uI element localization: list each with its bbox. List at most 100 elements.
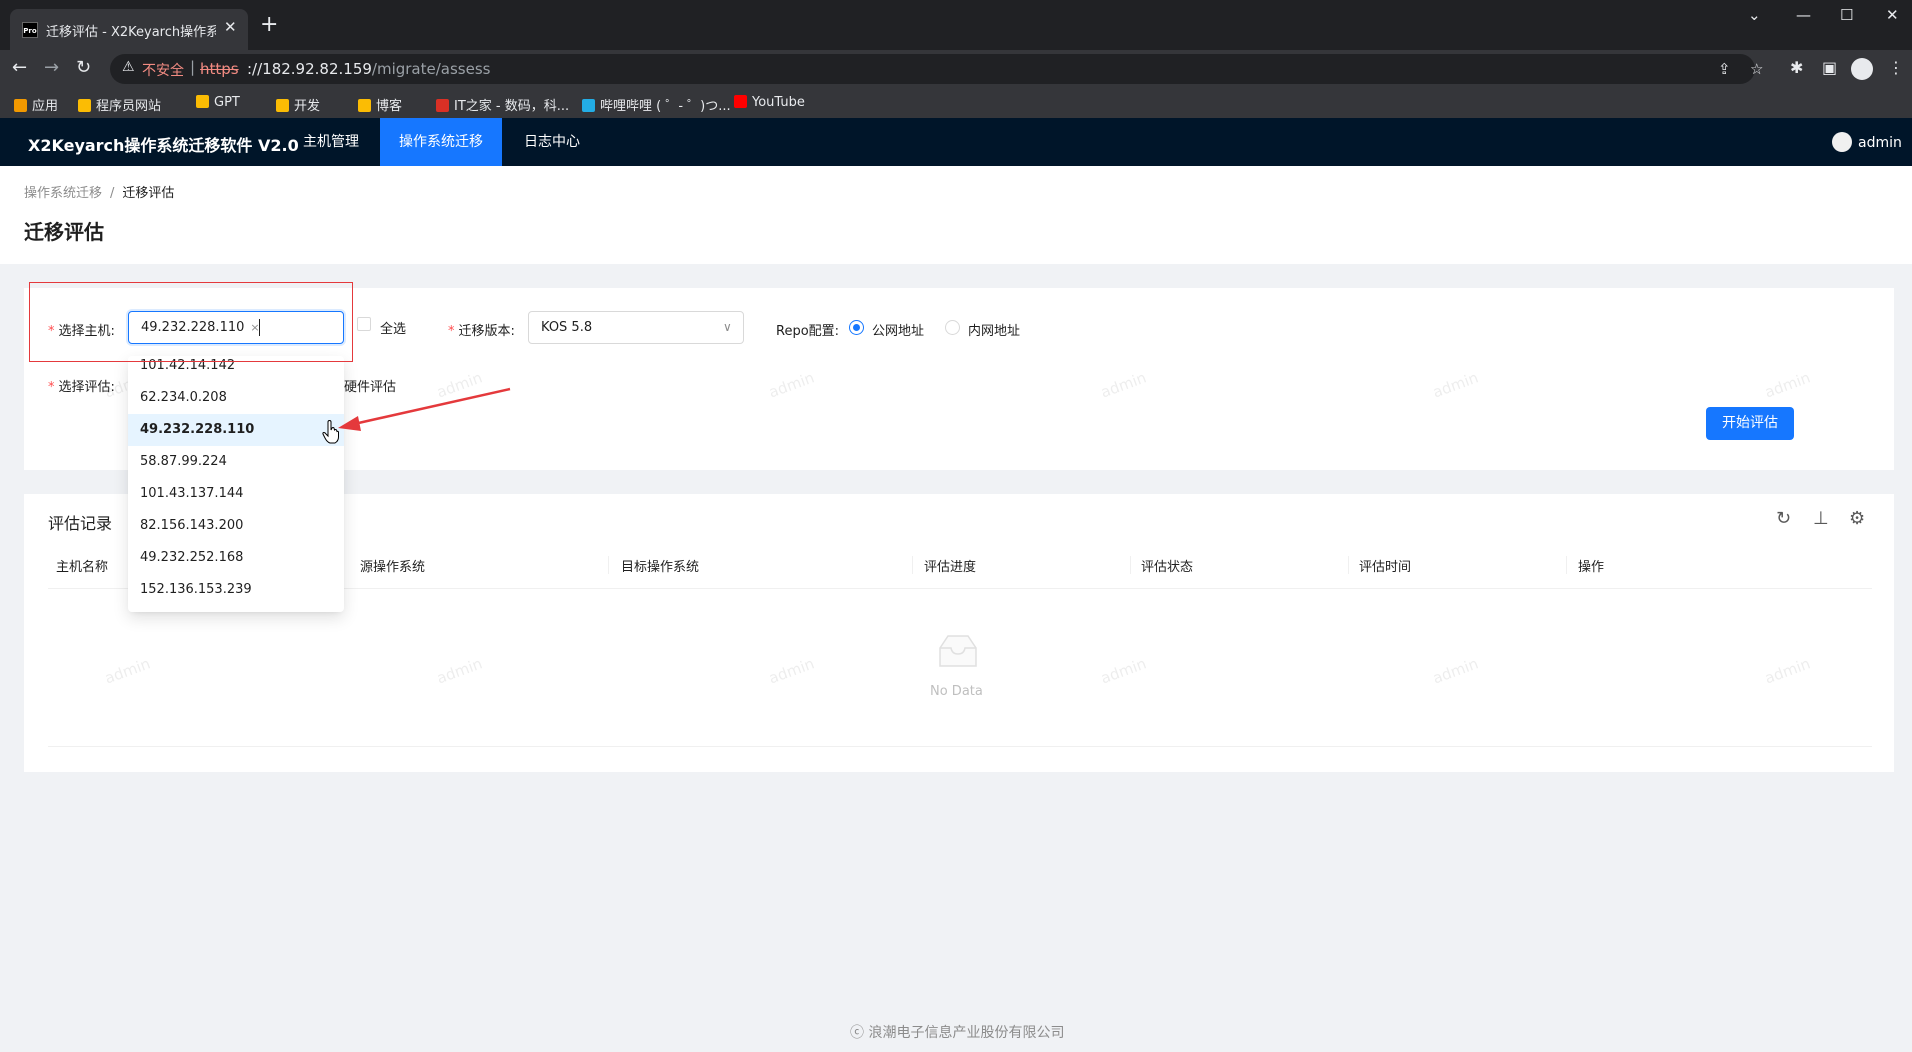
hand-pointer-cursor-icon [322,420,339,444]
select-all-label[interactable]: 全选 [380,318,406,337]
bookmark-ithome[interactable]: IT之家 - 数码，科... [436,95,569,114]
bookmarks-bar: 应用 程序员网站 GPT 开发 博客 IT之家 - 数码，科... 哔哩哔哩 (… [0,88,1912,118]
user-menu[interactable]: admin [1832,132,1902,152]
apps-grid-icon [14,99,27,112]
browser-menu-icon[interactable]: ⋮ [1888,58,1904,77]
tab-search-icon[interactable]: ⌄ [1748,6,1761,24]
new-tab-icon[interactable]: + [260,12,278,38]
column-divider [608,556,609,574]
extensions-icon[interactable]: ✱ [1790,58,1803,77]
bookmark-dev[interactable]: 开发 [276,95,320,114]
folder-icon [196,95,209,108]
share-icon[interactable]: ⇪ [1718,60,1731,78]
breadcrumb-parent[interactable]: 操作系统迁移 [24,186,102,201]
column-header-host-name: 主机名称 [56,560,109,575]
folder-icon [78,99,91,112]
bookmark-blog[interactable]: 博客 [358,95,402,114]
column-header-status: 评估状态 [1141,560,1194,575]
breadcrumb-separator: / [110,186,115,201]
empty-inbox-icon [939,635,977,667]
browser-titlebar: Pro 迁移评估 - X2Keyarch操作系统 ✕ + ⌄ — ☐ ✕ [0,0,1912,50]
minimize-icon[interactable]: — [1796,6,1811,24]
tab-close-icon[interactable]: ✕ [224,18,237,36]
bookmark-star-icon[interactable]: ☆ [1750,60,1763,78]
browser-tab[interactable]: Pro 迁移评估 - X2Keyarch操作系统 ✕ [10,9,248,50]
warning-icon: ⚠ [122,59,135,75]
select-all-checkbox[interactable] [357,317,371,331]
column-divider [1130,556,1131,574]
host-option-selected[interactable]: 49.232.228.110 [128,414,344,446]
app-header: X2Keyarch操作系统迁移软件 V2.0 主机管理 操作系统迁移 日志中心 … [0,118,1912,166]
close-window-icon[interactable]: ✕ [1886,6,1899,24]
host-option[interactable]: 58.87.99.224 [128,446,344,478]
density-icon[interactable]: ⊥ [1813,508,1829,529]
host-option[interactable]: 152.136.153.239 [128,574,344,606]
bilibili-icon [582,99,595,112]
bookmark-apps[interactable]: 应用 [14,95,58,114]
omnibox-separator: | [190,58,196,76]
ithome-icon [436,99,449,112]
url-host: ://182.92.82.159 [247,60,372,78]
start-assessment-button[interactable]: 开始评估 [1706,407,1794,440]
host-option[interactable]: 49.232.252.168 [128,542,344,574]
tab-title: 迁移评估 - X2Keyarch操作系统 [46,25,216,40]
annotation-highlight-box [29,282,353,362]
host-option[interactable]: 62.234.0.208 [128,382,344,414]
reload-icon[interactable]: ↻ [76,57,91,78]
radio-public-address-label[interactable]: 公网地址 [872,320,924,339]
copyright-footer: ⓒ 浪潮电子信息产业股份有限公司 [850,1025,1065,1041]
chevron-down-icon: ∨ [723,320,732,334]
table-body-divider [48,746,1872,747]
url-text: ://182.92.82.159/migrate/assess [247,60,490,78]
records-title: 评估记录 [48,514,113,533]
username: admin [1858,135,1902,151]
url-scheme: https [200,60,239,78]
site-favicon: Pro [22,22,38,38]
column-header-time: 评估时间 [1359,560,1412,575]
back-icon[interactable]: ← [12,57,27,78]
bookmark-programmer-sites[interactable]: 程序员网站 [78,95,161,114]
user-avatar [1832,132,1852,152]
column-header-progress: 评估进度 [924,560,977,575]
url-path: /migrate/assess [371,60,491,78]
version-value: KOS 5.8 [541,320,593,335]
nav-log-center[interactable]: 日志中心 [502,118,602,166]
host-option[interactable]: 82.156.143.200 [128,510,344,542]
host-dropdown-menu: 101.42.14.142 62.234.0.208 49.232.228.11… [128,356,344,612]
column-divider [1566,556,1567,574]
radio-internal-address[interactable] [945,320,960,335]
browser-toolbar: ← → ↻ ⚠ 不安全 | https ://182.92.82.159/mig… [0,50,1912,88]
column-header-actions: 操作 [1578,560,1605,575]
column-header-source-os: 源操作系统 [360,560,426,575]
annotation-arrow-icon [338,387,511,431]
profile-avatar[interactable] [1851,58,1873,80]
bookmark-bilibili[interactable]: 哔哩哔哩 ( ゜- ゜)つ... [582,95,731,114]
refresh-icon[interactable]: ↻ [1776,508,1791,529]
repo-field-label: Repo配置: [776,324,840,339]
insecure-label: 不安全 [142,63,184,79]
app-title: X2Keyarch操作系统迁移软件 V2.0 [28,136,299,155]
version-select[interactable]: KOS 5.8 ∨ [528,311,744,344]
maximize-icon[interactable]: ☐ [1840,6,1853,24]
column-divider [1348,556,1349,574]
nav-os-migration[interactable]: 操作系统迁移 [380,118,502,166]
bookmark-youtube[interactable]: YouTube [734,95,805,110]
nav-host-management[interactable]: 主机管理 [282,118,380,166]
host-option[interactable]: 101.43.137.144 [128,478,344,510]
breadcrumb: 操作系统迁移 / 迁移评估 [24,182,174,201]
settings-icon[interactable]: ⚙ [1849,508,1865,529]
version-field-label: * 迁移版本: [448,324,515,339]
column-header-target-os: 目标操作系统 [621,560,700,575]
radio-internal-address-label[interactable]: 内网地址 [968,320,1020,339]
side-panel-icon[interactable]: ▣ [1822,58,1837,77]
column-divider [912,556,913,574]
bookmark-gpt[interactable]: GPT [196,95,240,110]
youtube-icon [734,95,747,108]
page-header: 操作系统迁移 / 迁移评估 迁移评估 [0,166,1912,264]
radio-public-address[interactable] [849,320,864,335]
forward-icon[interactable]: → [44,57,59,78]
address-bar[interactable]: ⚠ 不安全 | https ://182.92.82.159/migrate/a… [110,54,1763,84]
page-title: 迁移评估 [24,220,104,244]
empty-state-text: No Data [930,684,983,699]
folder-icon [276,99,289,112]
